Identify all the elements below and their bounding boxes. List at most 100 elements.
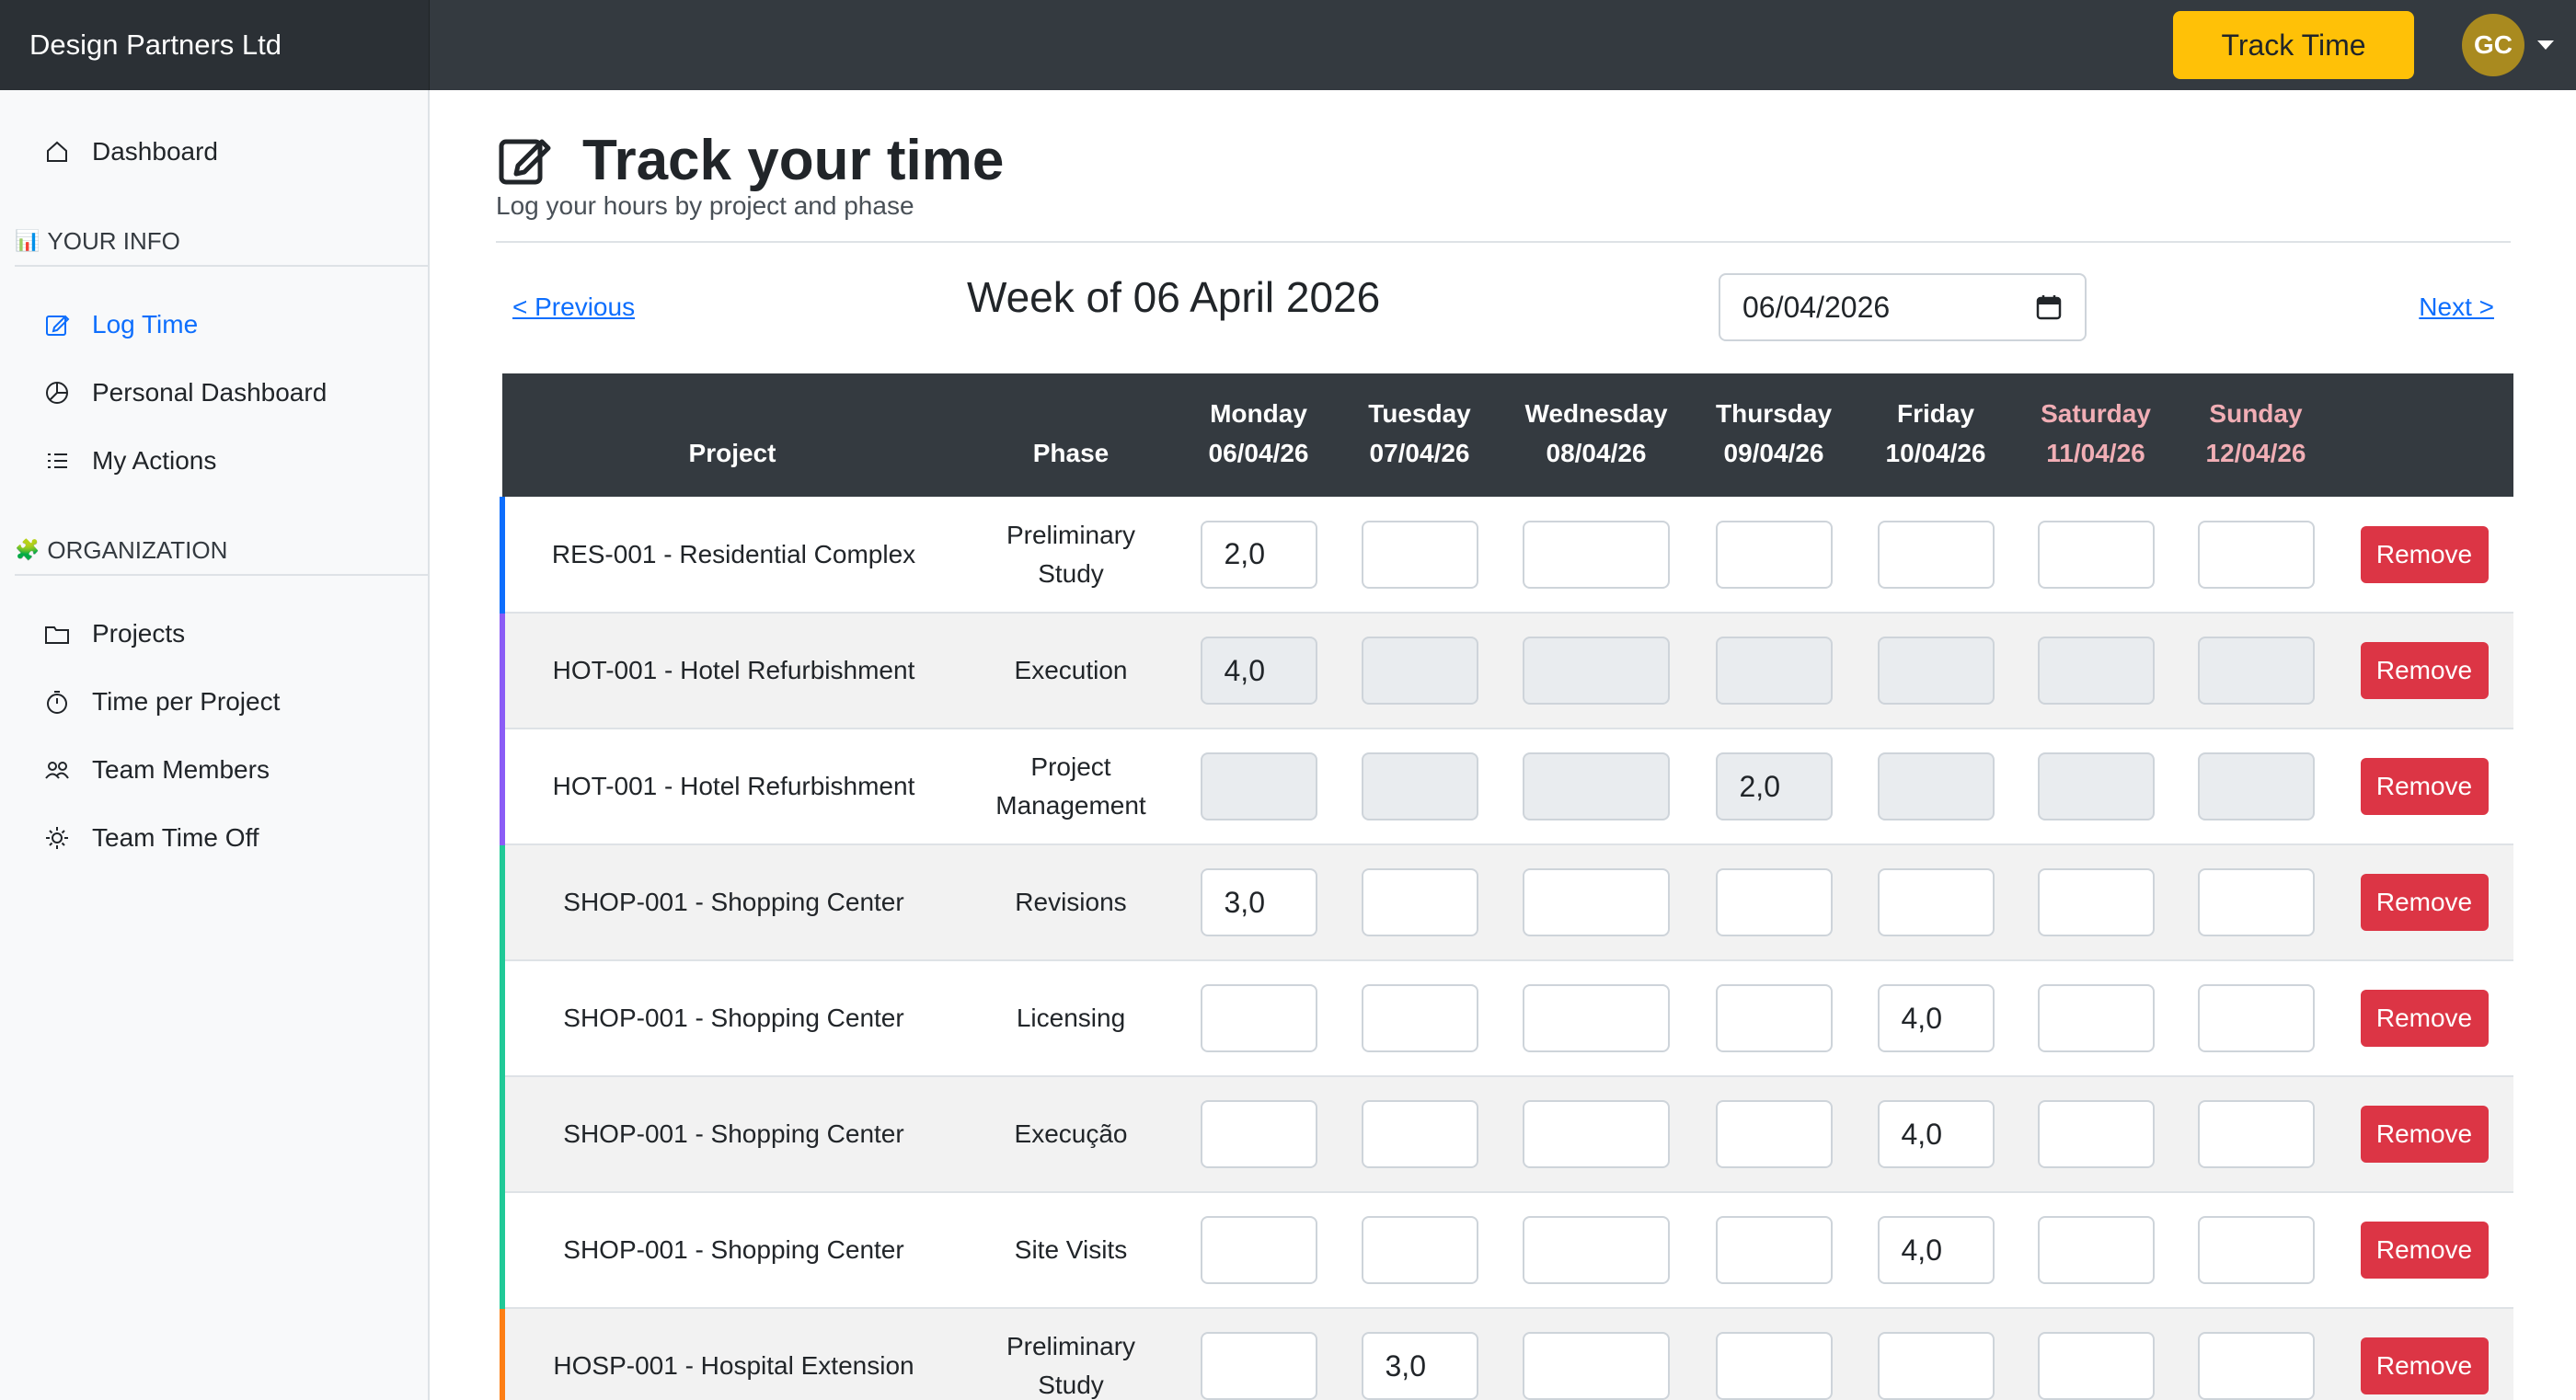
hours-input[interactable] (2037, 1100, 2155, 1168)
calendar-icon[interactable] (2035, 293, 2063, 321)
column-header-phase: Phase (1032, 439, 1110, 467)
hours-input[interactable] (2037, 984, 2155, 1052)
phase-cell: Licensing (1016, 1004, 1126, 1032)
hours-input[interactable] (1715, 1332, 1833, 1400)
hours-input[interactable] (1523, 752, 1670, 820)
column-header-actions (2335, 373, 2513, 497)
hours-input[interactable] (1361, 1100, 1478, 1168)
hours-input[interactable] (1715, 868, 1833, 936)
sidebar-item-team-time-off[interactable]: Team Time Off (42, 815, 259, 861)
user-avatar[interactable]: GC (2462, 14, 2524, 76)
day-name: Saturday (2041, 399, 2151, 428)
hours-cell (1857, 729, 2015, 844)
hours-input[interactable] (1200, 520, 1317, 589)
chevron-down-icon[interactable] (2537, 40, 2554, 50)
hours-input[interactable] (2197, 752, 2315, 820)
bar-chart-emoji-icon: 📊 (15, 229, 40, 252)
table-row: SHOP-001 - Shopping Center Execução Remove (500, 1076, 2513, 1192)
hours-cell (1179, 497, 1338, 613)
hours-input[interactable] (1361, 868, 1478, 936)
remove-button[interactable]: Remove (2360, 525, 2489, 583)
hours-input[interactable] (1877, 984, 1995, 1052)
hours-input[interactable] (1200, 637, 1317, 705)
hours-input[interactable] (1361, 752, 1478, 820)
hours-input[interactable] (1877, 752, 1995, 820)
hours-input[interactable] (2197, 1216, 2315, 1284)
hours-input[interactable] (1200, 752, 1317, 820)
hours-input[interactable] (2037, 520, 2155, 589)
hours-input[interactable] (1523, 520, 1670, 589)
hours-input[interactable] (1523, 1216, 1670, 1284)
hours-input[interactable] (1877, 868, 1995, 936)
sidebar-item-log-time[interactable]: Log Time (42, 302, 198, 348)
hours-input[interactable] (1523, 868, 1670, 936)
hours-input[interactable] (1715, 984, 1833, 1052)
hours-input[interactable] (2037, 868, 2155, 936)
hours-input[interactable] (1200, 1216, 1317, 1284)
remove-button[interactable]: Remove (2360, 758, 2489, 815)
sidebar-item-my-actions[interactable]: My Actions (42, 438, 216, 484)
sidebar-item-dashboard[interactable]: Dashboard (42, 129, 218, 175)
remove-button[interactable]: Remove (2360, 990, 2489, 1047)
hours-input[interactable] (2197, 984, 2315, 1052)
project-cell: HOT-001 - Hotel Refurbishment (500, 729, 962, 844)
hours-input[interactable] (1361, 520, 1478, 589)
sidebar-item-projects[interactable]: Projects (42, 611, 185, 657)
track-time-button[interactable]: Track Time (2173, 11, 2414, 79)
next-week-link[interactable]: Next > (2419, 293, 2494, 322)
hours-cell (2177, 1192, 2335, 1308)
hours-input[interactable] (1361, 1216, 1478, 1284)
hours-input[interactable] (1200, 1100, 1317, 1168)
hours-input[interactable] (1877, 1332, 1995, 1400)
hours-input[interactable] (2197, 868, 2315, 936)
hours-input[interactable] (1200, 868, 1317, 936)
hours-input[interactable] (2197, 637, 2315, 705)
previous-week-link[interactable]: < Previous (512, 293, 635, 322)
hours-input[interactable] (2037, 1332, 2155, 1400)
hours-input[interactable] (1200, 984, 1317, 1052)
table-row: SHOP-001 - Shopping Center Site Visits Rem… (500, 1192, 2513, 1308)
hours-input[interactable] (1877, 637, 1995, 705)
hours-input[interactable] (1715, 1100, 1833, 1168)
hours-cell (1179, 1192, 1338, 1308)
hours-input[interactable] (1715, 752, 1833, 820)
hours-input[interactable] (2037, 752, 2155, 820)
hours-input[interactable] (2037, 637, 2155, 705)
hours-input[interactable] (1523, 637, 1670, 705)
week-date-input[interactable]: 06/04/2026 (1719, 273, 2087, 341)
sidebar-item-personal-dashboard[interactable]: Personal Dashboard (42, 370, 327, 416)
hours-input[interactable] (1361, 1332, 1478, 1400)
actions-cell: Remove (2335, 613, 2513, 729)
hours-input[interactable] (1877, 520, 1995, 589)
hours-input[interactable] (1523, 1100, 1670, 1168)
hours-input[interactable] (1523, 984, 1670, 1052)
hours-input[interactable] (2197, 520, 2315, 589)
hours-cell (1179, 1076, 1338, 1192)
hours-input[interactable] (1715, 1216, 1833, 1284)
hours-cell (2015, 1308, 2177, 1400)
hours-input[interactable] (1361, 637, 1478, 705)
hours-input[interactable] (2197, 1100, 2315, 1168)
hours-input[interactable] (2197, 1332, 2315, 1400)
sidebar-item-team-members[interactable]: Team Members (42, 747, 270, 793)
timesheet-table: Project Phase Monday 06/04/26 Tuesday 07/04… (500, 373, 2513, 1400)
remove-button[interactable]: Remove (2360, 1337, 2489, 1394)
hours-input[interactable] (1877, 1216, 1995, 1284)
hours-input[interactable] (1361, 984, 1478, 1052)
day-name: Tuesday (1368, 399, 1471, 428)
table-row: HOT-001 - Hotel Refurbishment Execution Re… (500, 613, 2513, 729)
remove-button[interactable]: Remove (2360, 1222, 2489, 1279)
hours-input[interactable] (1715, 520, 1833, 589)
sidebar-item-time-per-project[interactable]: Time per Project (42, 679, 280, 725)
remove-button[interactable]: Remove (2360, 874, 2489, 931)
remove-button[interactable]: Remove (2360, 1106, 2489, 1163)
brand-name[interactable]: Design Partners Ltd (0, 0, 430, 90)
hours-input[interactable] (1715, 637, 1833, 705)
day-date: 11/04/26 (2046, 439, 2145, 467)
remove-button[interactable]: Remove (2360, 642, 2489, 699)
hours-input[interactable] (2037, 1216, 2155, 1284)
hours-input[interactable] (1523, 1332, 1670, 1400)
hours-input[interactable] (1200, 1332, 1317, 1400)
hours-input[interactable] (1877, 1100, 1995, 1168)
hours-cell (2015, 1076, 2177, 1192)
